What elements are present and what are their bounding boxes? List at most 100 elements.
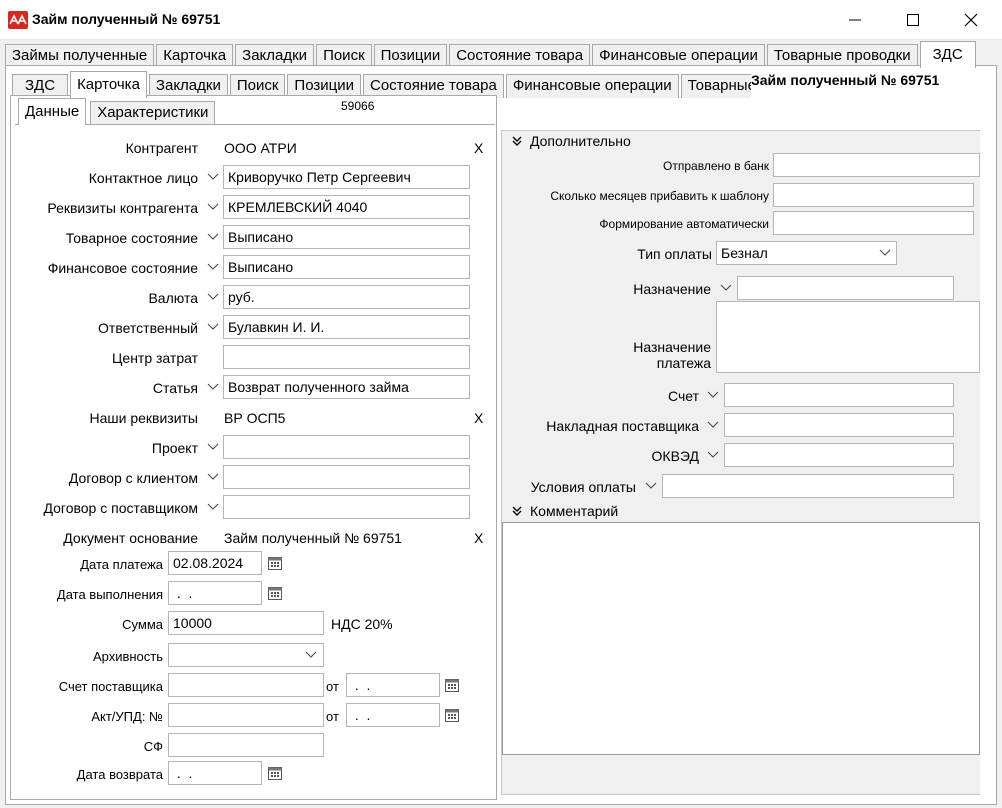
fin-state-label: Финансовое состояние (47, 260, 198, 276)
otvetstv-label: Ответственный (98, 320, 198, 336)
usloviya-field[interactable] (662, 474, 954, 498)
nashi-label: Наши реквизиты (89, 410, 198, 426)
schet-field[interactable] (724, 383, 954, 407)
chevron-down-icon[interactable] (202, 435, 224, 459)
doc-osn-value[interactable]: Займ полученный № 69751 (224, 530, 402, 546)
tab3-data[interactable]: Данные (18, 98, 87, 125)
mesyacev-label: Сколько месяцев прибавить к шаблону (550, 189, 769, 203)
tab2-goods[interactable]: Товарные (680, 74, 751, 98)
calendar-icon[interactable] (444, 707, 460, 723)
chevron-down-icon[interactable] (202, 195, 224, 219)
usloviya-label: Условия оплаты (530, 479, 636, 495)
nakladnaya-label: Накладная поставщика (546, 418, 699, 434)
rekvizity-label: Реквизиты контрагента (47, 200, 198, 216)
calendar-icon[interactable] (444, 677, 460, 693)
data-vozvr-field[interactable]: . . (168, 761, 262, 785)
chevron-down-icon[interactable] (202, 225, 224, 249)
kontragent-label: Контрагент (125, 140, 198, 156)
valuta-field[interactable]: руб. (223, 285, 470, 309)
top-tab-bar: Займы полученные Карточка Закладки Поиск… (5, 41, 978, 68)
valuta-label: Валюта (148, 290, 198, 306)
kontragent-clear-button[interactable]: X (474, 140, 483, 156)
akt-date[interactable]: . . (346, 703, 440, 727)
akt-field[interactable] (168, 703, 324, 727)
section-comment-title: Комментарий (530, 503, 619, 519)
tab3-characteristics[interactable]: Характеристики (90, 101, 216, 125)
akt-ot: от (326, 709, 339, 724)
data-vyp-field[interactable]: . . (168, 581, 262, 605)
calendar-icon[interactable] (267, 555, 283, 571)
schet-post-ot: от (326, 679, 339, 694)
double-chevron-icon (512, 133, 522, 149)
tab-zds[interactable]: ЗДС (919, 41, 976, 68)
fin-state-field[interactable]: Выписано (223, 255, 470, 279)
section-additional-header[interactable]: Дополнительно (512, 132, 631, 150)
chevron-down-icon[interactable] (640, 474, 662, 498)
chevron-down-icon[interactable] (874, 241, 896, 265)
nashi-clear-button[interactable]: X (474, 410, 483, 426)
naznach-field[interactable] (737, 276, 954, 300)
proekt-label: Проект (151, 440, 198, 456)
statya-field[interactable]: Возврат полученного займа (223, 375, 470, 399)
data-vyp-label: Дата выполнения (56, 587, 163, 602)
dog-klient-field[interactable] (223, 465, 470, 489)
form-auto-field[interactable] (773, 211, 974, 235)
maximize-icon[interactable] (890, 0, 936, 40)
chevron-down-icon[interactable] (202, 165, 224, 189)
section-additional-title: Дополнительно (530, 133, 631, 149)
otpr-bank-field[interactable] (773, 153, 980, 177)
schet-post-field[interactable] (168, 673, 324, 697)
mesyacev-field[interactable] (773, 183, 974, 207)
proekt-field[interactable] (223, 435, 470, 459)
kontragent-value[interactable]: ООО АТРИ (224, 140, 297, 156)
centr-field[interactable] (223, 345, 470, 369)
tovar-state-field[interactable]: Выписано (223, 225, 470, 249)
schet-post-date[interactable]: . . (346, 673, 440, 697)
chevron-down-icon[interactable] (715, 276, 737, 300)
chevron-down-icon[interactable] (702, 443, 724, 467)
tab2-financial-ops[interactable]: Финансовые операции (505, 74, 679, 98)
data-plat-field[interactable]: 02.08.2024 (168, 551, 262, 575)
tab2-card[interactable]: Карточка (70, 71, 147, 98)
doc-osn-clear-button[interactable]: X (474, 530, 483, 546)
rekvizity-field[interactable]: КРЕМЛЕВСКИЙ 4040 (223, 195, 470, 219)
chevron-down-icon[interactable] (202, 375, 224, 399)
chevron-down-icon[interactable] (202, 315, 224, 339)
schet-label: Счет (668, 388, 699, 404)
comment-textarea[interactable] (502, 522, 980, 755)
doc-number-box: 59066 (340, 97, 409, 123)
second-tab-bar: ЗДС Карточка Закладки Поиск Позиции Сост… (12, 71, 753, 98)
okved-field[interactable] (724, 443, 954, 467)
sf-field[interactable] (168, 733, 324, 757)
calendar-icon[interactable] (267, 765, 283, 781)
chevron-down-icon[interactable] (202, 255, 224, 279)
section-comment-header[interactable]: Комментарий (512, 502, 618, 520)
dog-post-field[interactable] (223, 495, 470, 519)
chevron-down-icon[interactable] (702, 413, 724, 437)
chevron-down-icon[interactable] (202, 285, 224, 309)
chevron-down-icon[interactable] (300, 643, 322, 667)
data-plat-label: Дата платежа (80, 557, 163, 572)
naznach-plat-textarea[interactable] (716, 301, 980, 373)
chevron-down-icon[interactable] (202, 495, 224, 519)
kontakt-label: Контактное лицо (88, 170, 198, 186)
app-logo-icon (8, 11, 28, 29)
form-auto-label: Формирование автоматически (599, 217, 769, 231)
otpr-bank-label: Отправлено в банк (663, 159, 769, 173)
title-bar: Займ полученный № 69751 (0, 0, 1002, 40)
chevron-down-icon[interactable] (702, 383, 724, 407)
minimize-icon[interactable] (832, 0, 878, 40)
dog-klient-label: Договор с клиентом (68, 470, 198, 486)
nakladnaya-field[interactable] (724, 413, 954, 437)
nashi-value[interactable]: ВР ОСП5 (224, 410, 285, 426)
tip-oplaty-select[interactable]: Безнал (716, 241, 897, 265)
close-icon[interactable] (948, 0, 994, 40)
otvetstv-field[interactable]: Булавкин И. И. (223, 315, 470, 339)
okved-label: ОКВЭД (651, 448, 699, 464)
calendar-icon[interactable] (267, 585, 283, 601)
panel-edge (980, 130, 992, 795)
kontakt-field[interactable]: Криворучко Петр Сергеевич (223, 165, 470, 189)
chevron-down-icon[interactable] (202, 465, 224, 489)
double-chevron-icon (512, 503, 522, 519)
summa-field[interactable]: 10000 (168, 611, 324, 635)
